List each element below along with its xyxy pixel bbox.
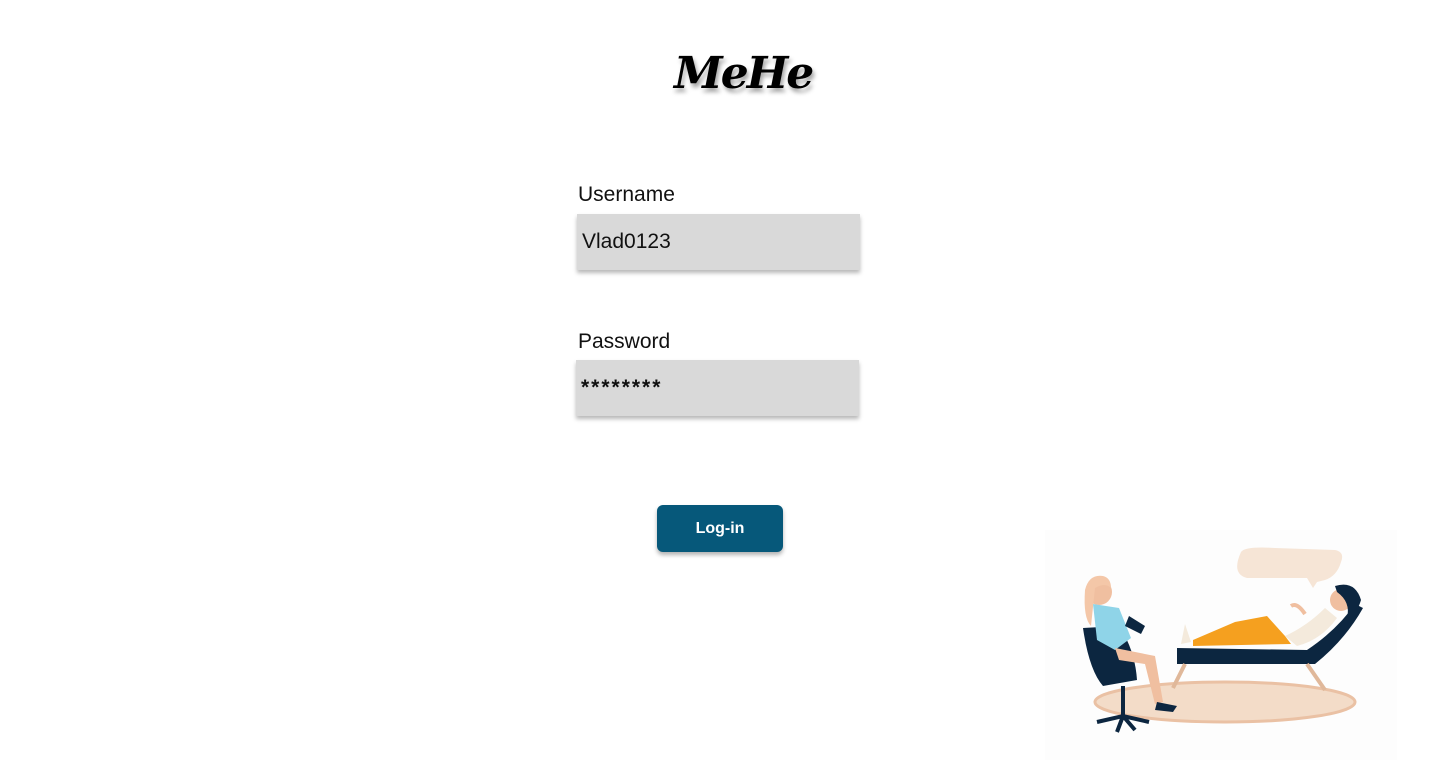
- patient-legs-shape: [1193, 616, 1291, 646]
- app-logo: MeHe: [674, 48, 814, 99]
- login-button[interactable]: Log-in: [657, 505, 783, 552]
- login-page: MeHe Username Password Log-in: [0, 0, 1440, 781]
- password-input[interactable]: [576, 360, 859, 416]
- therapy-illustration-icon: [1083, 547, 1363, 733]
- username-input[interactable]: [577, 214, 860, 270]
- username-label: Username: [578, 183, 675, 206]
- therapy-session-illustration: [1045, 530, 1397, 760]
- password-label: Password: [578, 330, 671, 353]
- rug-shape: [1093, 680, 1357, 724]
- speech-bubble-shape: [1237, 547, 1343, 588]
